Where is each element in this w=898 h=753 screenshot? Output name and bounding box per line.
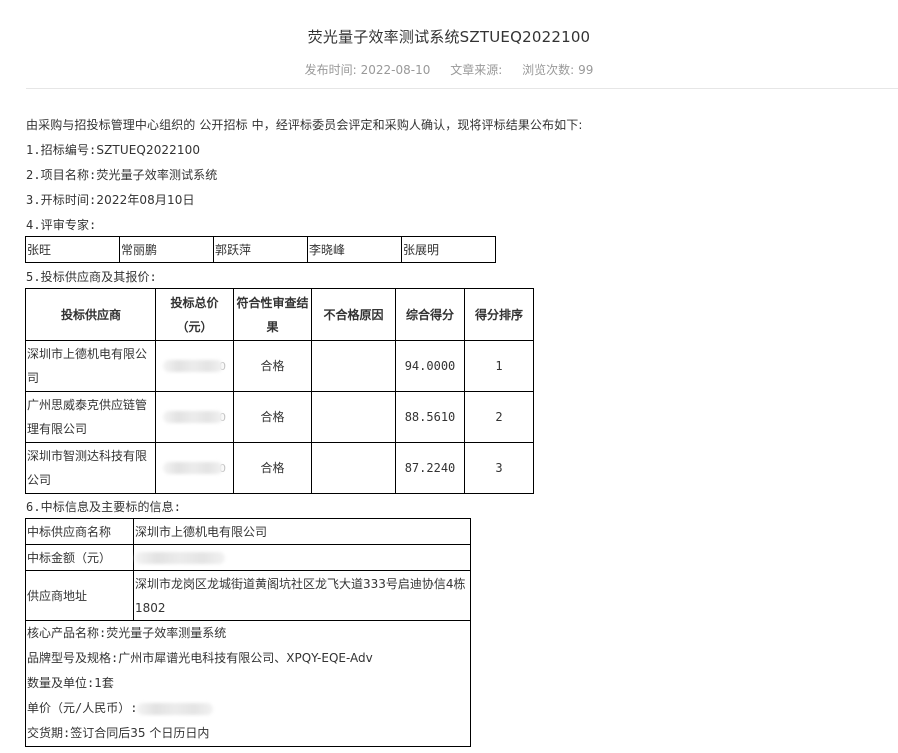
winner-amount-label: 中标金额（元）	[25, 544, 134, 571]
redacted-amount	[135, 552, 225, 564]
price-cell: 0	[155, 340, 234, 392]
rank-cell: 2	[464, 391, 534, 443]
col-header-price: 投标总价（元）	[155, 288, 234, 341]
table-row: 张旺 常丽鹏 郭跃萍 李晓峰 张展明	[25, 236, 496, 263]
unit-price-label: 单价（元/人民币）:	[27, 701, 138, 715]
price-cell: 0	[155, 391, 234, 443]
publish-label: 发布时间:	[304, 63, 357, 77]
delivery-line: 交货期:签订合同后35 个日历日内	[27, 721, 470, 746]
score-cell: 88.5610	[395, 391, 465, 443]
expert-cell: 李晓峰	[307, 236, 402, 263]
reason-cell	[311, 391, 396, 443]
redacted-price	[163, 462, 223, 474]
project-name-label: 2.项目名称:	[26, 168, 97, 182]
score-cell: 94.0000	[395, 340, 465, 392]
col-header-review: 符合性审查结 果	[233, 288, 312, 341]
address-label: 供应商地址	[25, 570, 134, 621]
bid-number: SZTUEQ2022100	[96, 143, 201, 157]
product-details: 核心产品名称:荧光量子效率测量系统 品牌型号及规格:广州市犀谱光电科技有限公司、…	[25, 620, 471, 747]
col-header-reason: 不合格原因	[311, 288, 396, 341]
supplier-cell: 深圳市智测达科技有限公司	[25, 442, 156, 494]
views-info: 浏览次数: 99	[522, 63, 593, 77]
winner-table: 中标供应商名称 深圳市上德机电有限公司 中标金额（元） 供应商地址 深圳市龙岗区…	[25, 518, 471, 747]
supplier-address: 深圳市龙岗区龙城街道黄阁坑社区龙飞大道333号启迪协信4栋1802	[133, 570, 471, 621]
open-time: 2022年08月10日	[96, 193, 195, 207]
reason-cell	[311, 340, 396, 392]
col-header-rank: 得分排序	[464, 288, 534, 341]
views-label: 浏览次数:	[522, 63, 575, 77]
table-row: 中标金额（元）	[25, 544, 471, 571]
product-line: 核心产品名称:荧光量子效率测量系统	[27, 621, 470, 646]
quantity-label: 数量及单位:	[27, 676, 95, 690]
project-name-line: 2.项目名称:荧光量子效率测试系统	[26, 166, 217, 183]
open-time-label: 3.开标时间:	[26, 193, 97, 207]
article-meta: 发布时间: 2022-08-10 文章来源: 浏览次数: 99	[0, 61, 898, 78]
table-header-row: 投标供应商 投标总价（元） 符合性审查结 果 不合格原因 综合得分 得分排序	[25, 288, 534, 341]
col-header-supplier: 投标供应商	[25, 288, 156, 341]
winner-name-label: 中标供应商名称	[25, 518, 134, 545]
source-info: 文章来源:	[450, 63, 502, 77]
unit-price-line: 单价（元/人民币）:	[27, 696, 470, 721]
table-row: 广州思威泰克供应链管理有限公司 0 合格 88.5610 2	[25, 391, 534, 443]
reason-cell	[311, 442, 396, 494]
intro-text: 由采购与招投标管理中心组织的 公开招标 中，经评标委员会评定和采购人确认，现将评…	[26, 118, 583, 132]
rank-cell: 1	[464, 340, 534, 392]
experts-heading: 4.评审专家:	[26, 218, 97, 232]
winner-heading: 6.中标信息及主要标的信息:	[26, 500, 182, 514]
review-cell: 合格	[233, 391, 312, 443]
delivery-term: 签订合同后35 个日历日内	[70, 726, 210, 740]
brand-line: 品牌型号及规格:广州市犀谱光电科技有限公司、XPQY-EQE-Adv	[27, 646, 470, 671]
experts-table: 张旺 常丽鹏 郭跃萍 李晓峰 张展明	[25, 236, 496, 263]
expert-cell: 郭跃萍	[213, 236, 308, 263]
page-title: 荧光量子效率测试系统SZTUEQ2022100	[307, 28, 591, 46]
quantity-line: 数量及单位:1套	[27, 671, 470, 696]
expert-cell: 张展明	[401, 236, 496, 263]
brand-label: 品牌型号及规格:	[27, 651, 119, 665]
source-label: 文章来源:	[450, 63, 503, 77]
review-cell: 合格	[233, 442, 312, 494]
product-name: 荧光量子效率测量系统	[106, 626, 227, 640]
expert-cell: 张旺	[25, 236, 120, 263]
table-row: 中标供应商名称 深圳市上德机电有限公司	[25, 518, 471, 545]
project-name: 荧光量子效率测试系统	[96, 168, 218, 182]
table-row: 供应商地址 深圳市龙岗区龙城街道黄阁坑社区龙飞大道333号启迪协信4栋1802	[25, 570, 471, 621]
bid-number-line: 1.招标编号:SZTUEQ2022100	[26, 141, 200, 158]
col-header-score: 综合得分	[395, 288, 465, 341]
publish-info: 发布时间: 2022-08-10	[305, 63, 431, 77]
expert-cell: 常丽鹏	[119, 236, 214, 263]
rank-cell: 3	[464, 442, 534, 494]
delivery-label: 交货期:	[27, 726, 71, 740]
product-label: 核心产品名称:	[27, 626, 107, 640]
review-cell: 合格	[233, 340, 312, 392]
score-cell: 87.2240	[395, 442, 465, 494]
redacted-price	[163, 411, 223, 423]
supplier-cell: 广州思威泰克供应链管理有限公司	[25, 391, 156, 443]
bid-number-label: 1.招标编号:	[26, 143, 97, 157]
redacted-price	[163, 360, 223, 372]
winner-amount	[133, 544, 471, 571]
supplier-cell: 深圳市上德机电有限公司	[25, 340, 156, 392]
redacted-unit-price	[137, 702, 214, 715]
table-row: 深圳市智测达科技有限公司 0 合格 87.2240 3	[25, 442, 534, 494]
open-time-line: 3.开标时间:2022年08月10日	[26, 191, 195, 208]
header-divider	[26, 88, 898, 89]
price-cell: 0	[155, 442, 234, 494]
table-row: 核心产品名称:荧光量子效率测量系统 品牌型号及规格:广州市犀谱光电科技有限公司、…	[25, 620, 471, 747]
quantity: 1套	[94, 676, 114, 690]
publish-date: 2022-08-10	[360, 63, 431, 77]
brand-spec: 广州市犀谱光电科技有限公司、XPQY-EQE-Adv	[118, 651, 373, 665]
bids-table: 投标供应商 投标总价（元） 符合性审查结 果 不合格原因 综合得分 得分排序 深…	[25, 288, 534, 494]
views-count: 99	[578, 63, 594, 77]
winner-name: 深圳市上德机电有限公司	[133, 518, 471, 545]
table-row: 深圳市上德机电有限公司 0 合格 94.0000 1	[25, 340, 534, 392]
bidders-heading: 5.投标供应商及其报价:	[26, 270, 157, 284]
